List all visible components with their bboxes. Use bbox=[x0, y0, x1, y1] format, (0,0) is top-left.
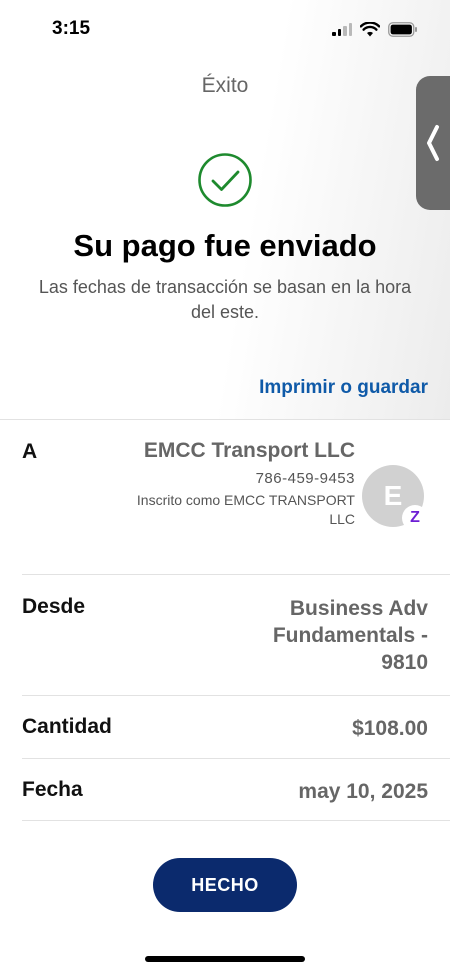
divider bbox=[22, 820, 450, 821]
divider bbox=[22, 695, 450, 696]
amount-label: Cantidad bbox=[22, 715, 112, 738]
date-value: may 10, 2025 bbox=[298, 780, 428, 803]
zelle-icon: Z bbox=[402, 505, 428, 531]
avatar-letter: E bbox=[383, 480, 403, 511]
status-bar: 3:15 bbox=[0, 0, 450, 60]
home-indicator bbox=[145, 956, 305, 962]
to-label: A bbox=[22, 440, 38, 463]
payee-info: EMCC Transport LLC 786-459-9453 Inscrito… bbox=[135, 437, 355, 529]
wifi-icon bbox=[360, 22, 380, 37]
side-handle-tab[interactable] bbox=[416, 76, 450, 210]
payee-name: EMCC Transport LLC bbox=[143, 439, 355, 462]
header-background bbox=[0, 0, 450, 420]
divider bbox=[22, 574, 450, 575]
from-label: Desde bbox=[22, 595, 86, 618]
battery-icon bbox=[388, 22, 417, 37]
check-circle-icon bbox=[198, 153, 252, 207]
from-account-value: Business Adv Fundamentals - 9810 bbox=[272, 597, 428, 674]
divider bbox=[0, 419, 450, 420]
payee-phone: 786-459-9453 bbox=[255, 470, 355, 487]
confirmation-headline: Su pago fue enviado bbox=[73, 228, 377, 263]
payee-enrolled-as: Inscrito como EMCC TRANSPORT LLC bbox=[136, 492, 355, 527]
signal-icon bbox=[332, 23, 352, 36]
chevron-left-icon bbox=[427, 125, 439, 161]
done-button[interactable]: HECHO bbox=[153, 858, 297, 912]
status-icons bbox=[332, 22, 418, 37]
zelle-badge-glyph: Z bbox=[410, 509, 420, 526]
date-label: Fecha bbox=[22, 778, 83, 801]
status-time: 3:15 bbox=[52, 18, 91, 39]
divider bbox=[22, 758, 450, 759]
print-or-save-link[interactable]: Imprimir o guardar bbox=[259, 377, 428, 399]
confirmation-subtext: Las fechas de transacción se basan en la… bbox=[38, 277, 412, 322]
page-title: Éxito bbox=[201, 74, 249, 97]
amount-value: $108.00 bbox=[352, 717, 428, 740]
